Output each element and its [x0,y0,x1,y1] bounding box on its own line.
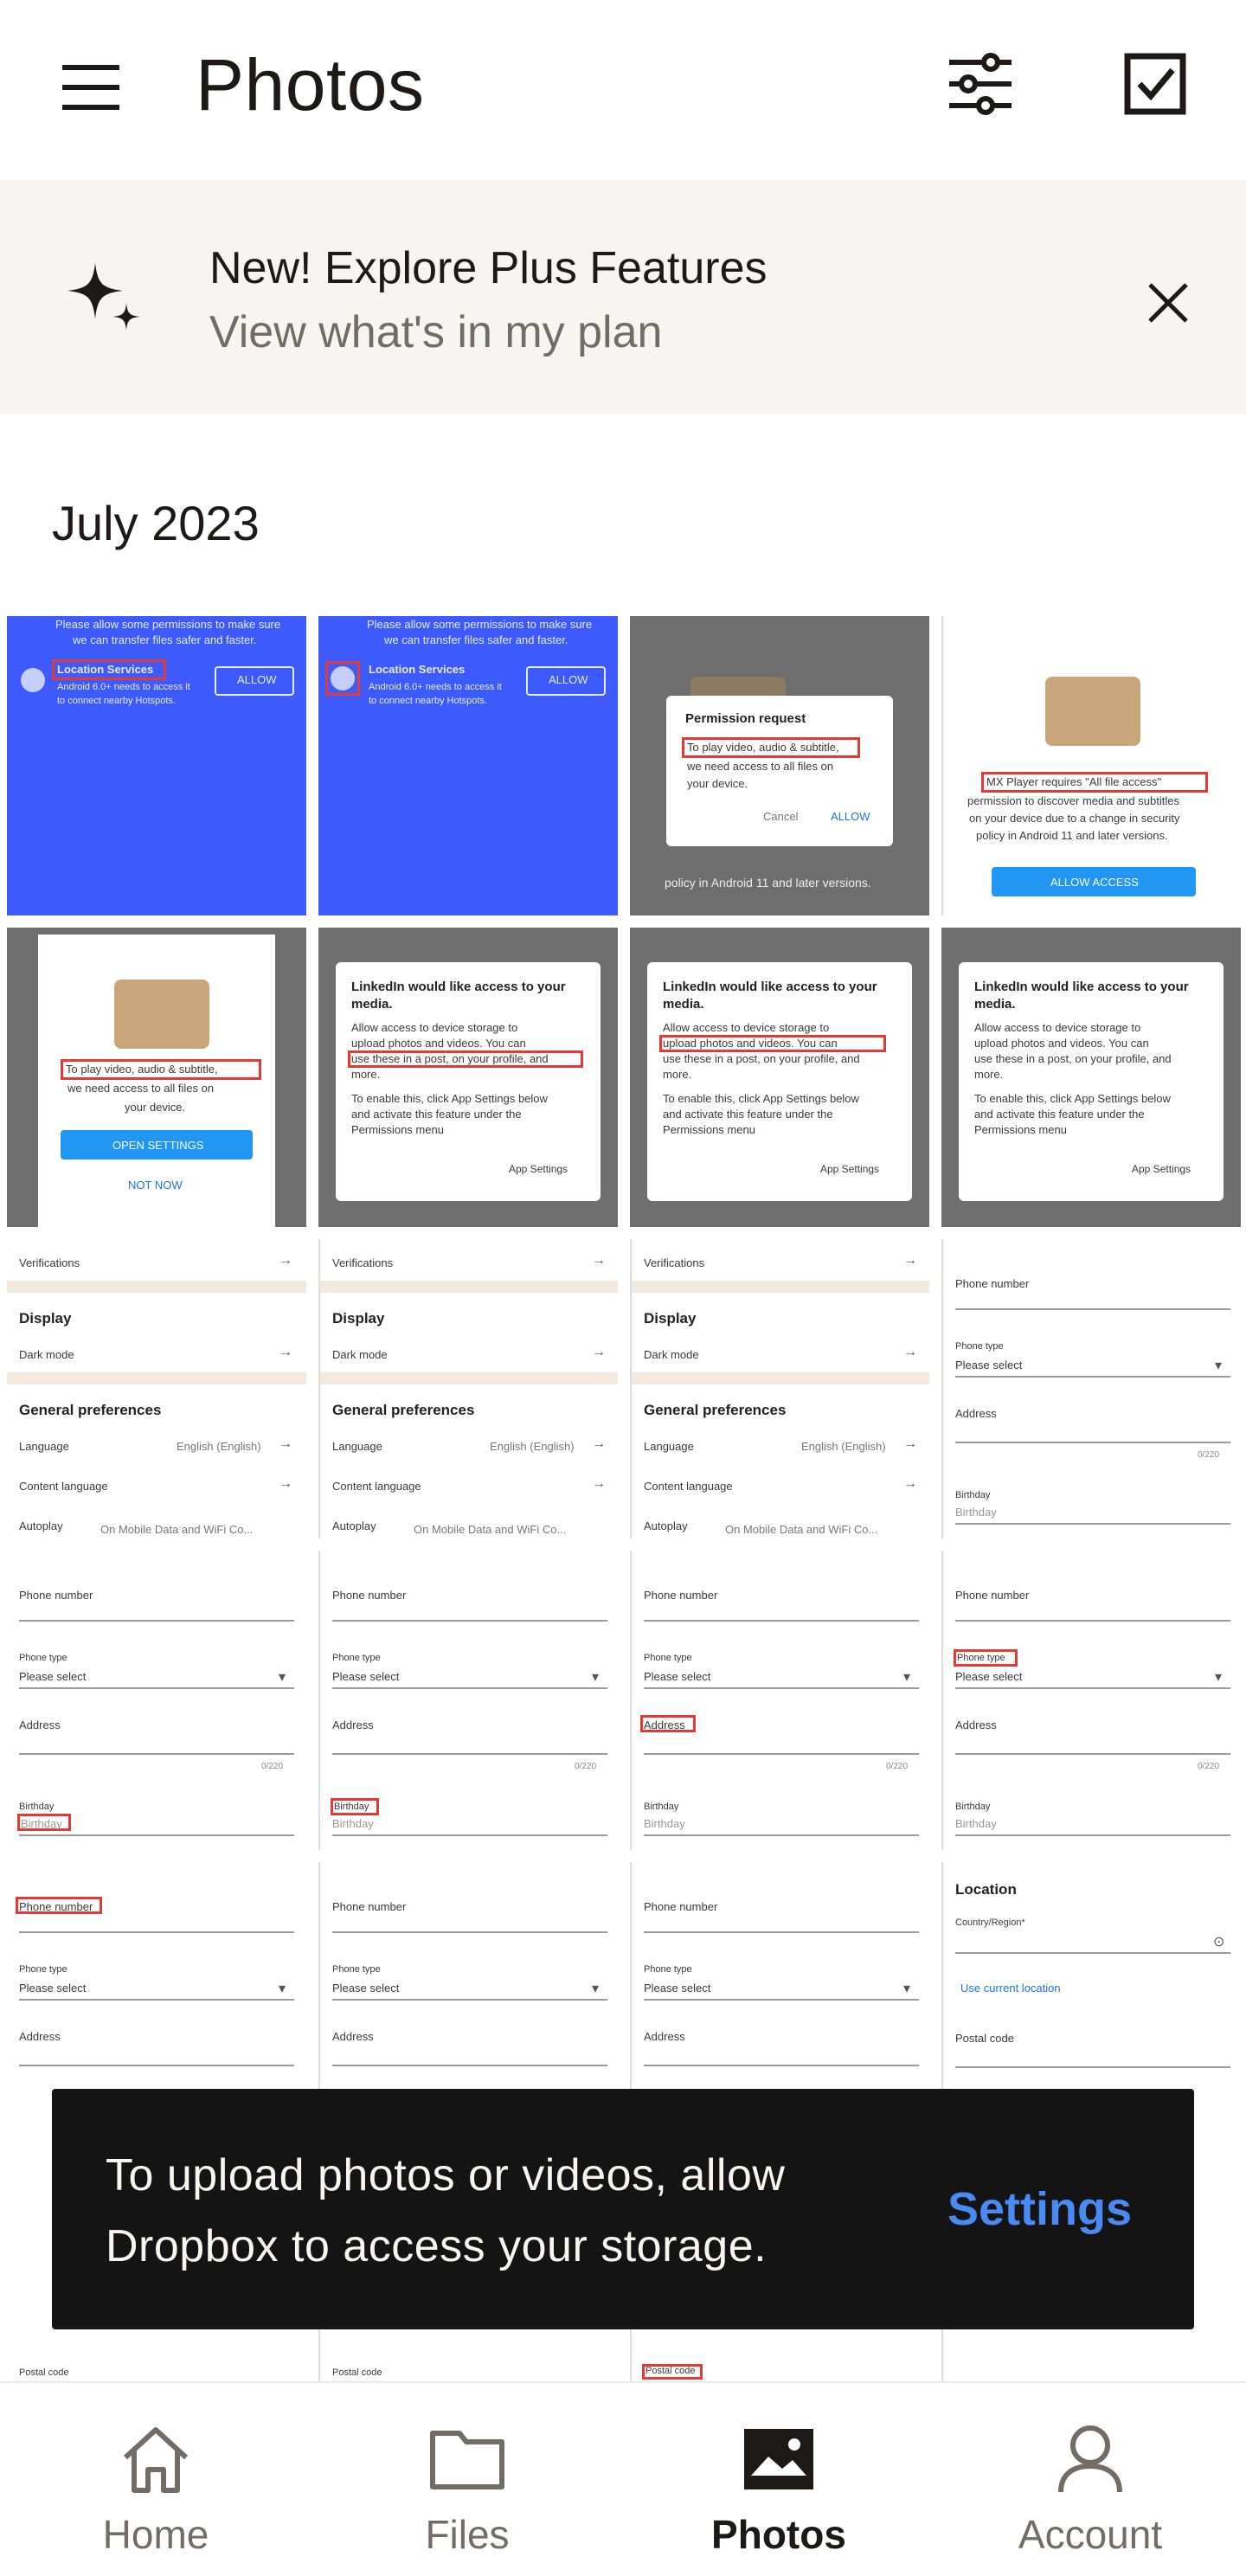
close-icon[interactable] [1134,268,1203,337]
banner-subtext[interactable]: View what's in my plan [209,306,662,358]
sliders-icon[interactable] [941,45,1019,123]
photo-thumbnail[interactable]: LinkedIn would like access to your media… [630,928,929,1227]
photo-thumbnail[interactable]: Verifications → Display Dark mode → Genera… [7,1239,306,1539]
page-title: Photos [196,44,425,125]
nav-label: Files [425,2512,510,2557]
nav-item-account[interactable]: Account [934,2383,1246,2576]
nav-item-home[interactable]: Home [0,2383,312,2576]
settings-button[interactable]: Settings [947,2182,1132,2236]
photo-thumbnail[interactable]: LinkedIn would like access to your media… [941,928,1241,1227]
top-app-bar: Photos [0,0,1246,180]
photo-thumbnail[interactable]: LinkedIn would like access to your media… [318,928,618,1227]
hamburger-menu-icon[interactable] [54,50,128,125]
photo-thumbnail[interactable]: MX Player requires "All file access" per… [941,616,1241,915]
bottom-navigation: Home Files Photos Account [0,2381,1246,2576]
photo-thumbnail[interactable]: Phone number Phone type Please select ▾ A… [318,1551,618,1850]
checkbox-icon[interactable] [1116,45,1194,123]
nav-label: Home [102,2512,209,2557]
sparkle-icon [62,258,145,341]
snackbar-message-line1: To upload photos or videos, allow [106,2150,786,2200]
nav-label: Account [1018,2512,1163,2557]
banner-headline: New! Explore Plus Features [209,243,768,293]
account-icon [1047,2418,1134,2501]
photo-thumbnail[interactable]: Please allow some permissions to make su… [318,616,618,915]
photo-thumbnail[interactable]: Phone number Phone type Please select ▾ A… [630,1551,929,1850]
photo-thumbnail[interactable]: Please allow some permissions to make su… [7,616,306,915]
snackbar-message-line2: Dropbox to access your storage. [106,2221,768,2271]
photo-thumbnail[interactable]: Phone number Phone type Please select ▾ A… [941,1551,1241,1850]
folder-icon [424,2418,511,2501]
nav-item-photos[interactable]: Photos [623,2383,934,2576]
storage-permission-snackbar: To upload photos or videos, allow Dropbo… [52,2089,1194,2329]
photo-thumbnail[interactable]: Verifications → Display Dark mode → Genera… [318,1239,618,1539]
plus-features-banner[interactable]: New! Explore Plus Features View what's i… [0,180,1246,414]
month-header: July 2023 [52,496,260,550]
nav-label: Photos [711,2512,846,2557]
photos-icon [735,2418,822,2501]
photo-thumbnail[interactable]: Verifications → Display Dark mode → Genera… [630,1239,929,1539]
photo-thumbnail[interactable]: Phone number Phone type Please select ▾ A… [941,1239,1241,1539]
photo-thumbnail[interactable]: To play video, audio & subtitle, we need… [7,928,306,1227]
photo-thumbnail[interactable]: Phone number Phone type Please select ▾ A… [7,1551,306,1850]
nav-item-files[interactable]: Files [312,2383,623,2576]
photo-thumbnail[interactable]: Permission request To play video, audio … [630,616,929,915]
home-icon [112,2418,199,2501]
